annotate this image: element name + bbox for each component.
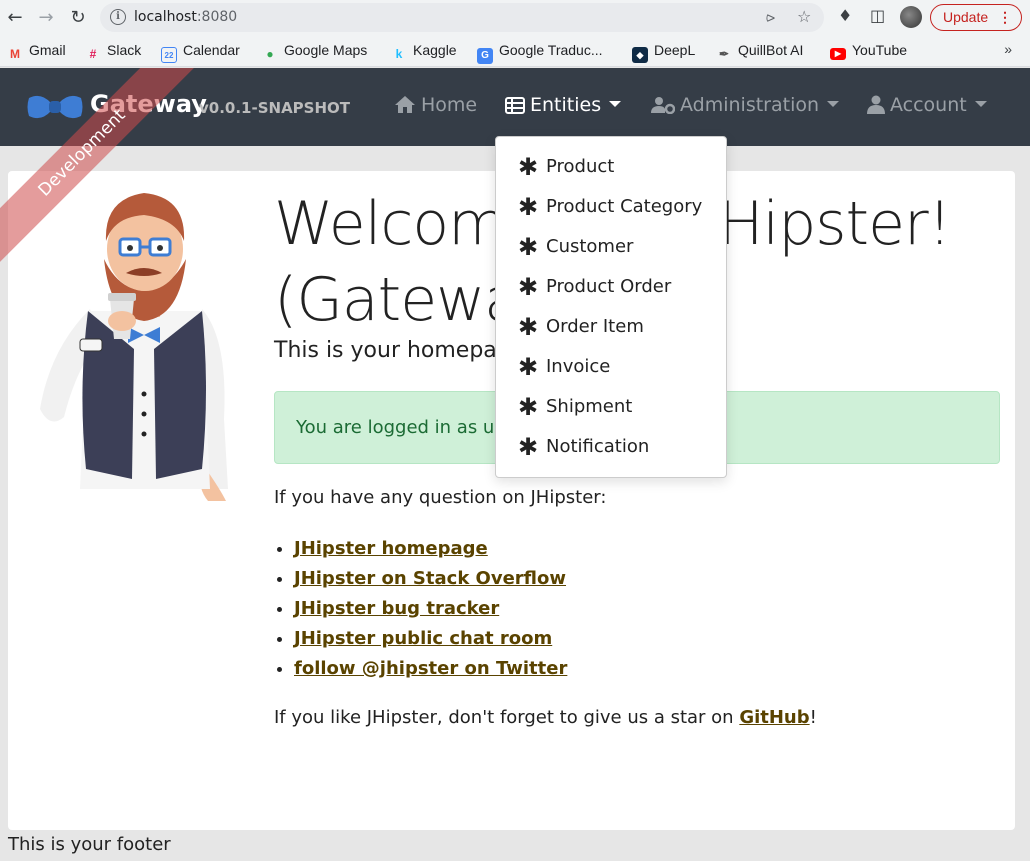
back-icon[interactable]: ← xyxy=(3,6,27,30)
asterisk-icon: ✱ xyxy=(518,353,539,381)
entities-dropdown-menu: ✱ Product ✱ Product Category ✱ Customer ✱ Pr… xyxy=(495,136,727,478)
update-button[interactable]: Update ⋮ xyxy=(930,4,1022,31)
asterisk-icon: ✱ xyxy=(518,193,539,221)
list-item: JHipster homepage xyxy=(294,537,567,567)
list-item: JHipster on Stack Overflow xyxy=(294,567,567,597)
reload-icon[interactable]: ↻ xyxy=(66,6,90,30)
menu-item-product-category[interactable]: ✱ Product Category xyxy=(496,187,726,227)
jhipster-links-list: JHipster homepage JHipster on Stack Over… xyxy=(294,537,567,687)
asterisk-icon: ✱ xyxy=(518,393,539,421)
bookmark-calendar[interactable]: 22 Calendar xyxy=(161,41,240,63)
extensions-icon[interactable]: ♦ xyxy=(838,6,852,25)
bookmarks-bar: M Gmail # Slack 22 Calendar ● Google Maps kK… xyxy=(0,35,1030,67)
side-panel-icon[interactable]: ◫ xyxy=(870,6,885,25)
asterisk-icon: ✱ xyxy=(518,433,539,461)
browser-toolbar: ← → ↻ i localhost:8080 ⪧ ☆ ♦ ◫ Update ⋮ xyxy=(0,0,1030,35)
asterisk-icon: ✱ xyxy=(518,153,539,181)
menu-item-customer[interactable]: ✱ Customer xyxy=(496,227,726,267)
translate-icon: G xyxy=(477,48,493,64)
kaggle-icon: k xyxy=(395,47,403,61)
question-text: If you have any question on JHipster: xyxy=(274,487,607,508)
home-icon xyxy=(395,96,415,113)
menu-item-order-item[interactable]: ✱ Order Item xyxy=(496,307,726,347)
maps-icon: ● xyxy=(266,47,274,61)
list-item: follow @jhipster on Twitter xyxy=(294,657,567,687)
deepl-icon: ◆ xyxy=(632,47,648,63)
users-cog-icon xyxy=(651,97,676,115)
site-info-icon[interactable]: i xyxy=(110,9,126,25)
menu-dots-icon[interactable]: ⋮ xyxy=(998,5,1012,29)
bookmark-deepl[interactable]: ◆ DeepL xyxy=(632,41,695,63)
link-github[interactable]: GitHub xyxy=(739,707,809,728)
bookmark-google-translate[interactable]: G Google Traduc... xyxy=(477,41,603,64)
link-twitter[interactable]: follow @jhipster on Twitter xyxy=(294,658,567,679)
user-icon xyxy=(867,95,885,114)
chevron-down-icon xyxy=(609,101,622,107)
youtube-icon: ▶ xyxy=(830,48,846,60)
chevron-down-icon xyxy=(827,101,840,107)
nav-account[interactable]: Account xyxy=(867,94,987,116)
more-bookmarks-icon[interactable]: » xyxy=(1004,41,1012,57)
menu-item-product[interactable]: ✱ Product xyxy=(496,147,726,187)
app-navbar: Gateway v0.0.1-SNAPSHOT Home Entities Ad… xyxy=(0,68,1030,146)
url-text[interactable]: localhost:8080 xyxy=(134,9,237,25)
nav-home[interactable]: Home xyxy=(394,94,477,116)
brand-version: v0.0.1-SNAPSHOT xyxy=(199,99,351,117)
bookmark-kaggle[interactable]: k Kaggle xyxy=(391,41,457,61)
menu-item-notification[interactable]: ✱ Notification xyxy=(496,427,726,467)
chevron-down-icon xyxy=(974,101,987,107)
list-item: JHipster public chat room xyxy=(294,627,567,657)
homepage-lead: This is your homepage xyxy=(274,338,525,363)
gmail-icon: M xyxy=(10,47,20,61)
link-bug-tracker[interactable]: JHipster bug tracker xyxy=(294,598,499,619)
asterisk-icon: ✱ xyxy=(518,313,539,341)
link-stack-overflow[interactable]: JHipster on Stack Overflow xyxy=(294,568,566,589)
quillbot-icon: ✒ xyxy=(718,47,730,61)
address-bar[interactable]: i localhost:8080 ⪧ ☆ xyxy=(100,3,824,32)
share-icon[interactable]: ⪧ xyxy=(766,7,775,27)
profile-avatar[interactable] xyxy=(900,6,922,28)
link-jhipster-homepage[interactable]: JHipster homepage xyxy=(294,538,488,559)
asterisk-icon: ✱ xyxy=(518,273,539,301)
bookmark-star-icon[interactable]: ☆ xyxy=(797,7,811,26)
github-star-text: If you like JHipster, don't forget to gi… xyxy=(274,707,817,728)
menu-item-invoice[interactable]: ✱ Invoice xyxy=(496,347,726,387)
brand-title[interactable]: Gateway xyxy=(90,90,207,118)
jhipster-mascot-image xyxy=(40,193,228,501)
nav-administration[interactable]: Administration xyxy=(651,94,840,116)
bookmark-youtube[interactable]: ▶ YouTube xyxy=(830,41,907,61)
link-chat-room[interactable]: JHipster public chat room xyxy=(294,628,552,649)
forward-icon[interactable]: → xyxy=(34,6,58,30)
asterisk-icon: ✱ xyxy=(518,233,539,261)
bookmark-google-maps[interactable]: ● Google Maps xyxy=(262,41,367,61)
table-list-icon xyxy=(505,97,525,114)
bookmark-quillbot[interactable]: ✒ QuillBot AI xyxy=(716,41,803,61)
menu-item-shipment[interactable]: ✱ Shipment xyxy=(496,387,726,427)
slack-icon: # xyxy=(89,47,97,61)
bookmark-slack[interactable]: # Slack xyxy=(85,41,142,61)
bookmark-gmail[interactable]: M Gmail xyxy=(7,41,66,61)
list-item: JHipster bug tracker xyxy=(294,597,567,627)
nav-entities[interactable]: Entities xyxy=(505,94,622,116)
calendar-icon: 22 xyxy=(161,47,177,63)
bowtie-logo-icon[interactable] xyxy=(27,94,83,120)
menu-item-product-order[interactable]: ✱ Product Order xyxy=(496,267,726,307)
page-footer: This is your footer xyxy=(8,834,171,855)
